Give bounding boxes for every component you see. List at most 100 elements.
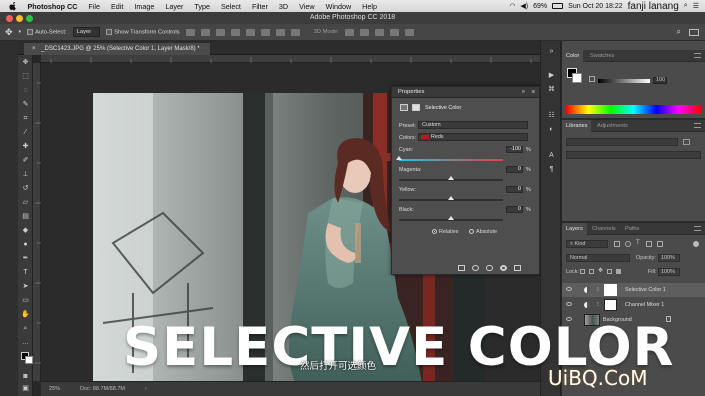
panel-menu-icon[interactable]: ≡ (532, 87, 535, 98)
crop-tool-icon[interactable]: ⌗ (21, 115, 30, 123)
magenta-slider-knob[interactable] (448, 176, 454, 180)
lock-position-icon[interactable]: ✥ (598, 267, 603, 274)
library-view-icon[interactable] (683, 139, 690, 145)
character-icon[interactable]: A (547, 151, 556, 160)
more-tools-icon[interactable]: … (21, 339, 30, 347)
menu-list-icon[interactable]: ☰ (693, 2, 699, 10)
quick-select-tool-icon[interactable]: ✎ (21, 101, 30, 109)
relative-radio[interactable] (432, 229, 437, 235)
healing-tool-icon[interactable]: ✚ (21, 143, 30, 151)
menu-type[interactable]: Type (189, 2, 216, 11)
menu-filter[interactable]: Filter (246, 2, 273, 11)
hand-tool-icon[interactable]: ✋ (21, 311, 30, 319)
brush-tool-icon[interactable]: ✐ (21, 157, 30, 165)
clip-to-layer-icon[interactable] (458, 265, 465, 271)
colors-dropdown[interactable]: Reds (418, 133, 528, 141)
reset-icon[interactable] (486, 265, 493, 271)
menu-3d[interactable]: 3D (273, 2, 293, 11)
quick-mask-icon[interactable]: ◙ (21, 373, 30, 381)
menu-help[interactable]: Help (357, 2, 383, 11)
align-hcenter-icon[interactable] (245, 28, 255, 36)
align-top-icon[interactable] (185, 28, 195, 36)
horizontal-ruler[interactable] (41, 55, 540, 63)
lock-artboard-icon[interactable] (607, 269, 612, 274)
wifi-icon[interactable]: ◠ (509, 2, 515, 10)
3d-roll-icon[interactable] (359, 28, 369, 36)
layer-row[interactable]: ⁝ Channel Mixer 1 (562, 298, 705, 312)
align-left-icon[interactable] (230, 28, 240, 36)
menu-layer[interactable]: Layer (160, 2, 189, 11)
distribute-icon[interactable] (275, 28, 285, 36)
paragraph-icon[interactable]: ¶ (547, 165, 556, 174)
trash-icon[interactable] (514, 265, 521, 271)
volume-icon[interactable]: ◀) (520, 2, 528, 10)
visibility-icon[interactable] (500, 265, 507, 271)
method-absolute[interactable]: Absolute (469, 229, 497, 235)
tool-preset-dropdown[interactable]: ▾ (19, 29, 22, 35)
menu-select[interactable]: Select (215, 2, 246, 11)
3d-scale-icon[interactable] (404, 28, 414, 36)
black-value[interactable]: 0 (506, 206, 523, 213)
type-tool-icon[interactable]: T (21, 269, 30, 277)
search-icon[interactable]: ⌕ (684, 2, 688, 10)
status-arrow-icon[interactable]: › (145, 386, 147, 392)
zoom-window-button[interactable] (26, 15, 33, 22)
move-tool-icon[interactable]: ✥ (21, 59, 30, 67)
layer-row[interactable]: ⁝ Selective Color 1 (562, 283, 705, 297)
show-transform-checkbox[interactable]: Show Transform Controls (106, 28, 180, 35)
collapse-panel-icon[interactable]: » (522, 87, 525, 98)
history-brush-tool-icon[interactable]: ↺ (21, 185, 30, 193)
yellow-slider[interactable] (399, 196, 503, 201)
eyedropper-tool-icon[interactable]: ⁄ (21, 129, 30, 137)
workspace-search-icon[interactable]: ⌕ (677, 27, 681, 37)
filter-toggle[interactable] (693, 241, 699, 247)
color-slider-value[interactable]: 100 (653, 77, 667, 84)
shape-tool-icon[interactable]: ▭ (21, 297, 30, 305)
history-icon[interactable]: ⌘ (547, 85, 556, 94)
collapse-icon[interactable]: » (547, 47, 556, 56)
auto-select-dropdown[interactable]: Layer (72, 27, 101, 37)
user-name[interactable]: fanji lanang (628, 1, 679, 12)
opacity-input[interactable]: 100% (658, 254, 680, 262)
yellow-value[interactable]: 0 (506, 186, 523, 193)
cyan-slider[interactable] (396, 156, 503, 161)
filter-adjustment-icon[interactable] (625, 241, 631, 247)
path-select-tool-icon[interactable]: ➤ (21, 283, 30, 291)
black-slider[interactable] (399, 216, 503, 221)
dodge-tool-icon[interactable]: ● (21, 241, 30, 249)
menu-app-name[interactable]: Photoshop CC (22, 2, 83, 11)
tab-channels[interactable]: Channels (588, 223, 620, 235)
link-chain-icon[interactable]: ⁝ (597, 301, 599, 308)
3d-slide-icon[interactable] (389, 28, 399, 36)
marquee-tool-icon[interactable]: ⬚ (21, 73, 30, 81)
move-tool-icon[interactable]: ✥ (5, 27, 13, 38)
tab-layers[interactable]: Layers (562, 223, 587, 235)
close-window-button[interactable] (6, 15, 13, 22)
layer-filter-dropdown[interactable]: ⌕ Kind (566, 240, 608, 248)
zoom-level[interactable]: 25% (49, 386, 60, 392)
color-spectrum[interactable] (566, 105, 701, 114)
filter-type-icon[interactable]: T (636, 240, 640, 246)
blur-tool-icon[interactable]: ◆ (21, 227, 30, 235)
library-search-input[interactable] (566, 151, 701, 159)
yellow-slider-knob[interactable] (448, 196, 454, 200)
gradient-tool-icon[interactable]: ▤ (21, 213, 30, 221)
minimize-window-button[interactable] (16, 15, 23, 22)
lock-pixels-icon[interactable] (580, 269, 585, 274)
battery-icon[interactable] (552, 3, 564, 9)
filter-shape-icon[interactable] (646, 241, 652, 247)
library-dropdown[interactable] (566, 138, 678, 146)
document-tab[interactable]: × _DSC1423.JPG @ 25% (Selective Color 1,… (24, 43, 210, 55)
lock-all-icon[interactable] (616, 269, 621, 274)
layer-mask-thumbnail[interactable] (604, 284, 617, 296)
apple-icon[interactable] (8, 1, 18, 11)
screen-mode-icon[interactable]: ▣ (21, 385, 30, 393)
absolute-radio[interactable] (469, 229, 474, 235)
background-color-swatch[interactable] (25, 356, 33, 364)
tab-color[interactable]: Color (562, 50, 584, 62)
properties-icon[interactable]: ☷ (547, 111, 556, 120)
workspace-icon[interactable] (689, 28, 699, 36)
tab-paths[interactable]: Paths (621, 223, 643, 235)
align-right-icon[interactable] (260, 28, 270, 36)
3d-pan-icon[interactable] (374, 28, 384, 36)
